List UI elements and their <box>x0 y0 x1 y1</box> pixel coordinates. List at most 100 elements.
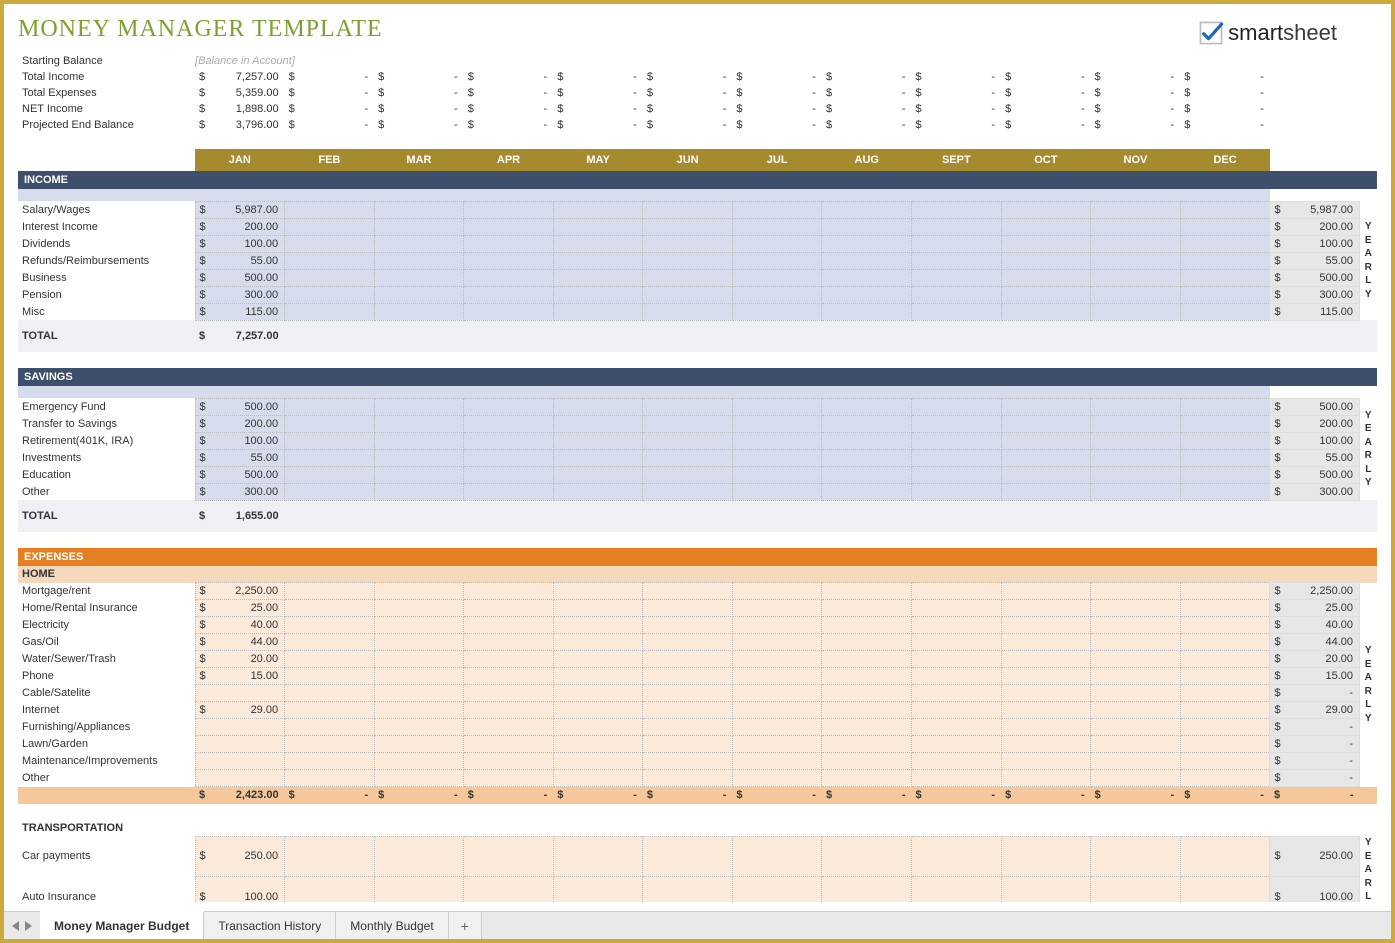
data-cell[interactable] <box>1001 877 1091 903</box>
data-cell[interactable] <box>464 736 554 753</box>
data-cell[interactable] <box>285 617 375 634</box>
data-cell[interactable] <box>285 449 375 466</box>
data-cell[interactable] <box>1001 600 1091 617</box>
summary-cell[interactable]: $- <box>285 117 375 133</box>
data-cell[interactable] <box>1180 483 1270 500</box>
data-cell[interactable] <box>1001 583 1091 600</box>
data-cell[interactable] <box>643 702 733 719</box>
data-cell[interactable] <box>732 201 822 218</box>
data-cell[interactable] <box>464 483 554 500</box>
data-cell[interactable] <box>374 449 464 466</box>
data-cell[interactable] <box>374 651 464 668</box>
data-cell[interactable] <box>553 736 643 753</box>
data-cell[interactable] <box>285 303 375 320</box>
data-cell[interactable] <box>1091 449 1181 466</box>
data-cell[interactable] <box>1001 668 1091 685</box>
data-cell[interactable]: $300.00 <box>195 286 285 303</box>
summary-cell[interactable]: $- <box>374 117 464 133</box>
data-cell[interactable] <box>1180 398 1270 415</box>
data-cell[interactable] <box>912 668 1002 685</box>
data-cell[interactable] <box>732 432 822 449</box>
data-cell[interactable] <box>1180 753 1270 770</box>
data-cell[interactable] <box>285 218 375 235</box>
summary-cell[interactable]: $- <box>822 85 912 101</box>
data-cell[interactable] <box>732 466 822 483</box>
data-cell[interactable] <box>912 201 1002 218</box>
data-cell[interactable] <box>1001 753 1091 770</box>
data-cell[interactable] <box>285 770 375 787</box>
data-cell[interactable] <box>374 466 464 483</box>
data-cell[interactable] <box>1001 415 1091 432</box>
data-cell[interactable] <box>822 398 912 415</box>
data-cell[interactable] <box>1001 449 1091 466</box>
data-cell[interactable] <box>1180 736 1270 753</box>
data-cell[interactable] <box>1001 432 1091 449</box>
data-cell[interactable] <box>1001 702 1091 719</box>
data-cell[interactable] <box>822 252 912 269</box>
data-cell[interactable] <box>285 286 375 303</box>
data-cell[interactable]: $55.00 <box>195 252 285 269</box>
data-cell[interactable] <box>553 286 643 303</box>
data-cell[interactable] <box>374 286 464 303</box>
data-cell[interactable] <box>1091 483 1181 500</box>
summary-cell[interactable]: $- <box>374 69 464 85</box>
data-cell[interactable] <box>822 303 912 320</box>
summary-cell[interactable]: $- <box>912 85 1002 101</box>
data-cell[interactable] <box>464 702 554 719</box>
data-cell[interactable]: $500.00 <box>195 466 285 483</box>
data-cell[interactable] <box>822 651 912 668</box>
data-cell[interactable] <box>822 836 912 877</box>
summary-cell[interactable]: $- <box>1001 85 1091 101</box>
data-cell[interactable] <box>822 877 912 903</box>
summary-cell[interactable]: $- <box>464 101 554 117</box>
data-cell[interactable] <box>1091 286 1181 303</box>
data-cell[interactable] <box>732 449 822 466</box>
data-cell[interactable] <box>374 685 464 702</box>
summary-cell[interactable]: $- <box>553 85 643 101</box>
data-cell[interactable]: $5,987.00 <box>195 201 285 218</box>
data-cell[interactable] <box>822 600 912 617</box>
data-cell[interactable] <box>1180 719 1270 736</box>
data-cell[interactable] <box>1001 719 1091 736</box>
data-cell[interactable] <box>374 583 464 600</box>
data-cell[interactable] <box>912 600 1002 617</box>
data-cell[interactable] <box>643 836 733 877</box>
summary-cell[interactable]: $1,898.00 <box>195 101 285 117</box>
data-cell[interactable] <box>1091 218 1181 235</box>
data-cell[interactable] <box>1001 218 1091 235</box>
data-cell[interactable] <box>732 483 822 500</box>
data-cell[interactable] <box>822 466 912 483</box>
data-cell[interactable] <box>553 432 643 449</box>
data-cell[interactable] <box>643 432 733 449</box>
data-cell[interactable] <box>553 753 643 770</box>
summary-cell[interactable]: $- <box>285 85 375 101</box>
tab-next-icon[interactable] <box>25 921 32 931</box>
data-cell[interactable] <box>285 432 375 449</box>
data-cell[interactable] <box>374 269 464 286</box>
summary-cell[interactable]: $- <box>643 85 733 101</box>
data-cell[interactable] <box>374 702 464 719</box>
data-cell[interactable] <box>464 685 554 702</box>
data-cell[interactable] <box>374 719 464 736</box>
data-cell[interactable] <box>643 668 733 685</box>
data-cell[interactable] <box>464 218 554 235</box>
data-cell[interactable] <box>195 770 285 787</box>
summary-cell[interactable]: $- <box>464 117 554 133</box>
data-cell[interactable] <box>1091 466 1181 483</box>
data-cell[interactable] <box>1180 201 1270 218</box>
data-cell[interactable] <box>912 286 1002 303</box>
data-cell[interactable] <box>822 235 912 252</box>
data-cell[interactable] <box>285 651 375 668</box>
data-cell[interactable] <box>464 600 554 617</box>
data-cell[interactable] <box>1001 235 1091 252</box>
data-cell[interactable] <box>195 736 285 753</box>
summary-cell[interactable]: $- <box>912 101 1002 117</box>
sheet-tab[interactable]: Monthly Budget <box>336 912 448 939</box>
data-cell[interactable]: $40.00 <box>195 617 285 634</box>
sheet-tab-add[interactable]: + <box>449 912 482 939</box>
data-cell[interactable] <box>1091 736 1181 753</box>
data-cell[interactable] <box>553 770 643 787</box>
data-cell[interactable] <box>374 736 464 753</box>
data-cell[interactable] <box>732 753 822 770</box>
data-cell[interactable] <box>1001 617 1091 634</box>
